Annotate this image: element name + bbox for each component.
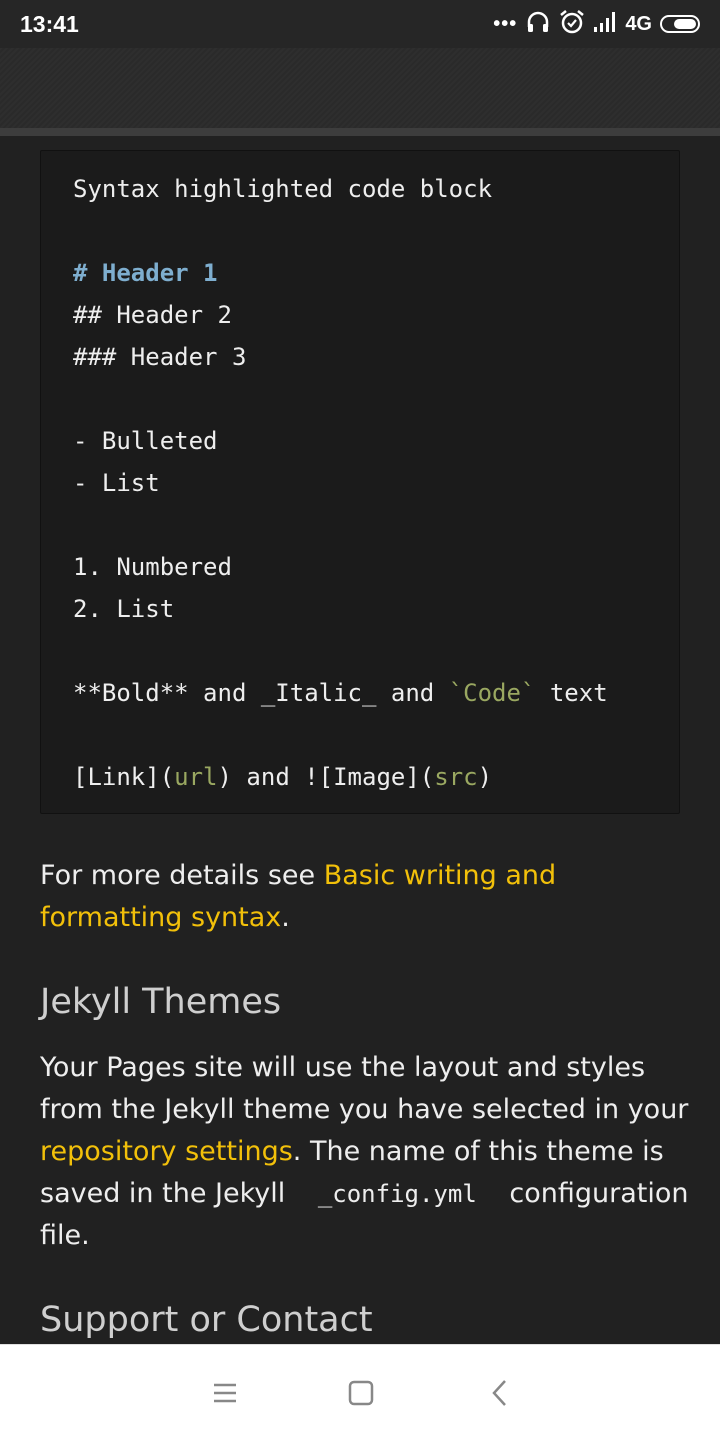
code-line: ## Header 2 bbox=[73, 294, 679, 336]
status-bar: 13:41 ••• 4G bbox=[0, 0, 720, 48]
code-token: **Bold** and _Italic_ and bbox=[73, 679, 449, 707]
home-icon[interactable] bbox=[343, 1375, 379, 1411]
menu-icon[interactable] bbox=[207, 1375, 243, 1411]
repository-settings-link[interactable]: repository settings bbox=[40, 1136, 293, 1167]
code-token: 2. List bbox=[73, 595, 175, 623]
code-token: Syntax highlighted code block bbox=[73, 175, 493, 203]
details-prefix: For more details see bbox=[40, 860, 324, 891]
code-token: 1. Numbered bbox=[73, 553, 232, 581]
battery-icon bbox=[660, 15, 700, 33]
code-token: # Header 1 bbox=[73, 259, 218, 287]
code-line: 2. List bbox=[73, 588, 679, 630]
code-block: Syntax highlighted code block # Header 1 #… bbox=[40, 150, 680, 814]
code-token: [Link]( bbox=[73, 763, 175, 791]
code-line: 1. Numbered bbox=[73, 546, 679, 588]
details-paragraph: For more details see Basic writing and f… bbox=[40, 855, 690, 939]
more-dots-icon: ••• bbox=[493, 12, 518, 35]
code-line: - List bbox=[73, 462, 679, 504]
config-file-code: _config.yml bbox=[317, 1180, 477, 1208]
system-nav-bar bbox=[0, 1344, 720, 1441]
code-token: ### Header 3 bbox=[73, 343, 247, 371]
back-icon[interactable] bbox=[482, 1375, 518, 1411]
code-token: ## Header 2 bbox=[73, 301, 232, 329]
code-line: # Header 1 bbox=[73, 252, 679, 294]
jekyll-themes-heading: Jekyll Themes bbox=[40, 982, 282, 1022]
details-suffix: . bbox=[281, 902, 290, 933]
status-time: 13:41 bbox=[20, 11, 79, 37]
code-token: url bbox=[174, 763, 218, 791]
code-token: ) and ![Image]( bbox=[217, 763, 435, 791]
network-type: 4G bbox=[625, 12, 652, 35]
code-line: Syntax highlighted code block bbox=[73, 168, 679, 210]
status-icons: ••• 4G bbox=[493, 8, 700, 40]
code-token: `Code` bbox=[448, 679, 536, 707]
support-contact-heading: Support or Contact bbox=[40, 1300, 373, 1340]
jekyll-paragraph: Your Pages site will use the layout and … bbox=[40, 1047, 690, 1257]
code-line: **Bold** and _Italic_ and `Code` text bbox=[73, 672, 679, 714]
code-token: text bbox=[535, 679, 608, 707]
code-line: [Link](url) and ![Image](src) bbox=[73, 756, 679, 798]
code-line: ### Header 3 bbox=[73, 336, 679, 378]
header-divider bbox=[0, 128, 720, 136]
site-header bbox=[0, 48, 720, 128]
jekyll-text-1: Your Pages site will use the layout and … bbox=[40, 1052, 689, 1125]
code-token: src bbox=[434, 763, 478, 791]
signal-icon bbox=[593, 11, 617, 38]
headphones-icon bbox=[525, 9, 551, 40]
code-token: ) bbox=[477, 763, 493, 791]
code-token: - Bulleted bbox=[73, 427, 218, 455]
code-line: - Bulleted bbox=[73, 420, 679, 462]
alarm-icon bbox=[559, 9, 585, 40]
code-token: - List bbox=[73, 469, 160, 497]
